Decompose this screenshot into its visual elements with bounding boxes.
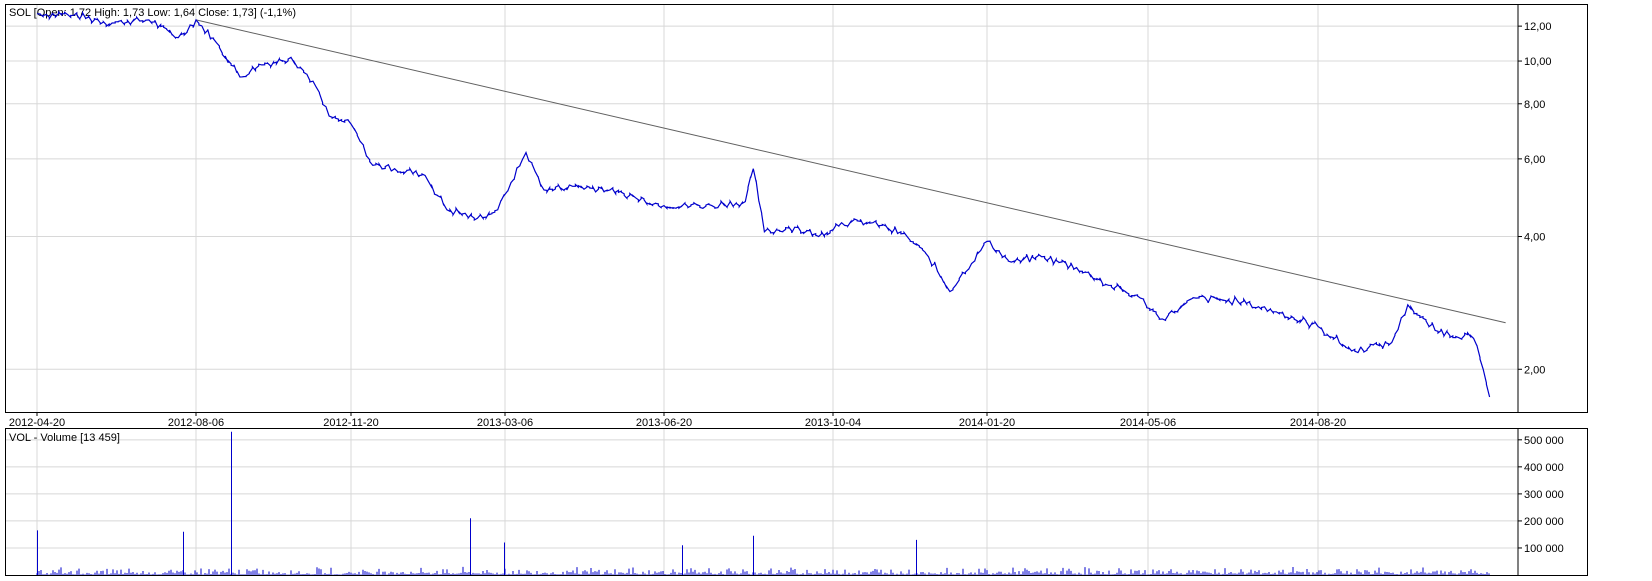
date-tick-label: 2013-06-20 [636, 417, 692, 429]
volume-y-tick-label: 500 000 [1524, 435, 1564, 447]
stock-chart: SOL [Open: 1,72 High: 1,73 Low: 1,64 Clo… [5, 4, 1588, 576]
volume-panel [5, 428, 1588, 576]
volume-y-tick-label: 400 000 [1524, 462, 1564, 474]
price-y-tick-label: 4,00 [1524, 232, 1545, 244]
volume-y-tick-label: 200 000 [1524, 516, 1564, 528]
volume-y-tick-label: 100 000 [1524, 543, 1564, 555]
date-tick-label: 2014-01-20 [959, 417, 1015, 429]
price-panel [5, 4, 1588, 413]
price-y-tick-label: 10,00 [1524, 56, 1552, 68]
price-y-tick-label: 2,00 [1524, 364, 1545, 376]
price-y-tick-label: 6,00 [1524, 154, 1545, 166]
price-y-tick-label: 8,00 [1524, 99, 1545, 111]
date-tick-label: 2014-08-20 [1290, 417, 1346, 429]
date-tick-label: 2012-04-20 [9, 417, 65, 429]
date-tick-label: 2013-03-06 [477, 417, 533, 429]
date-axis: 2012-04-20 2012-08-06 2012-11-20 2013-03… [9, 417, 1346, 429]
date-tick-label: 2013-10-04 [805, 417, 861, 429]
date-tick-label: 2014-05-06 [1120, 417, 1176, 429]
volume-y-tick-label: 300 000 [1524, 489, 1564, 501]
date-tick-label: 2012-08-06 [168, 417, 224, 429]
volume-header: VOL - Volume [13 459] [9, 432, 120, 444]
price-y-tick-label: 12,00 [1524, 21, 1552, 33]
date-tick-label: 2012-11-20 [323, 417, 378, 429]
